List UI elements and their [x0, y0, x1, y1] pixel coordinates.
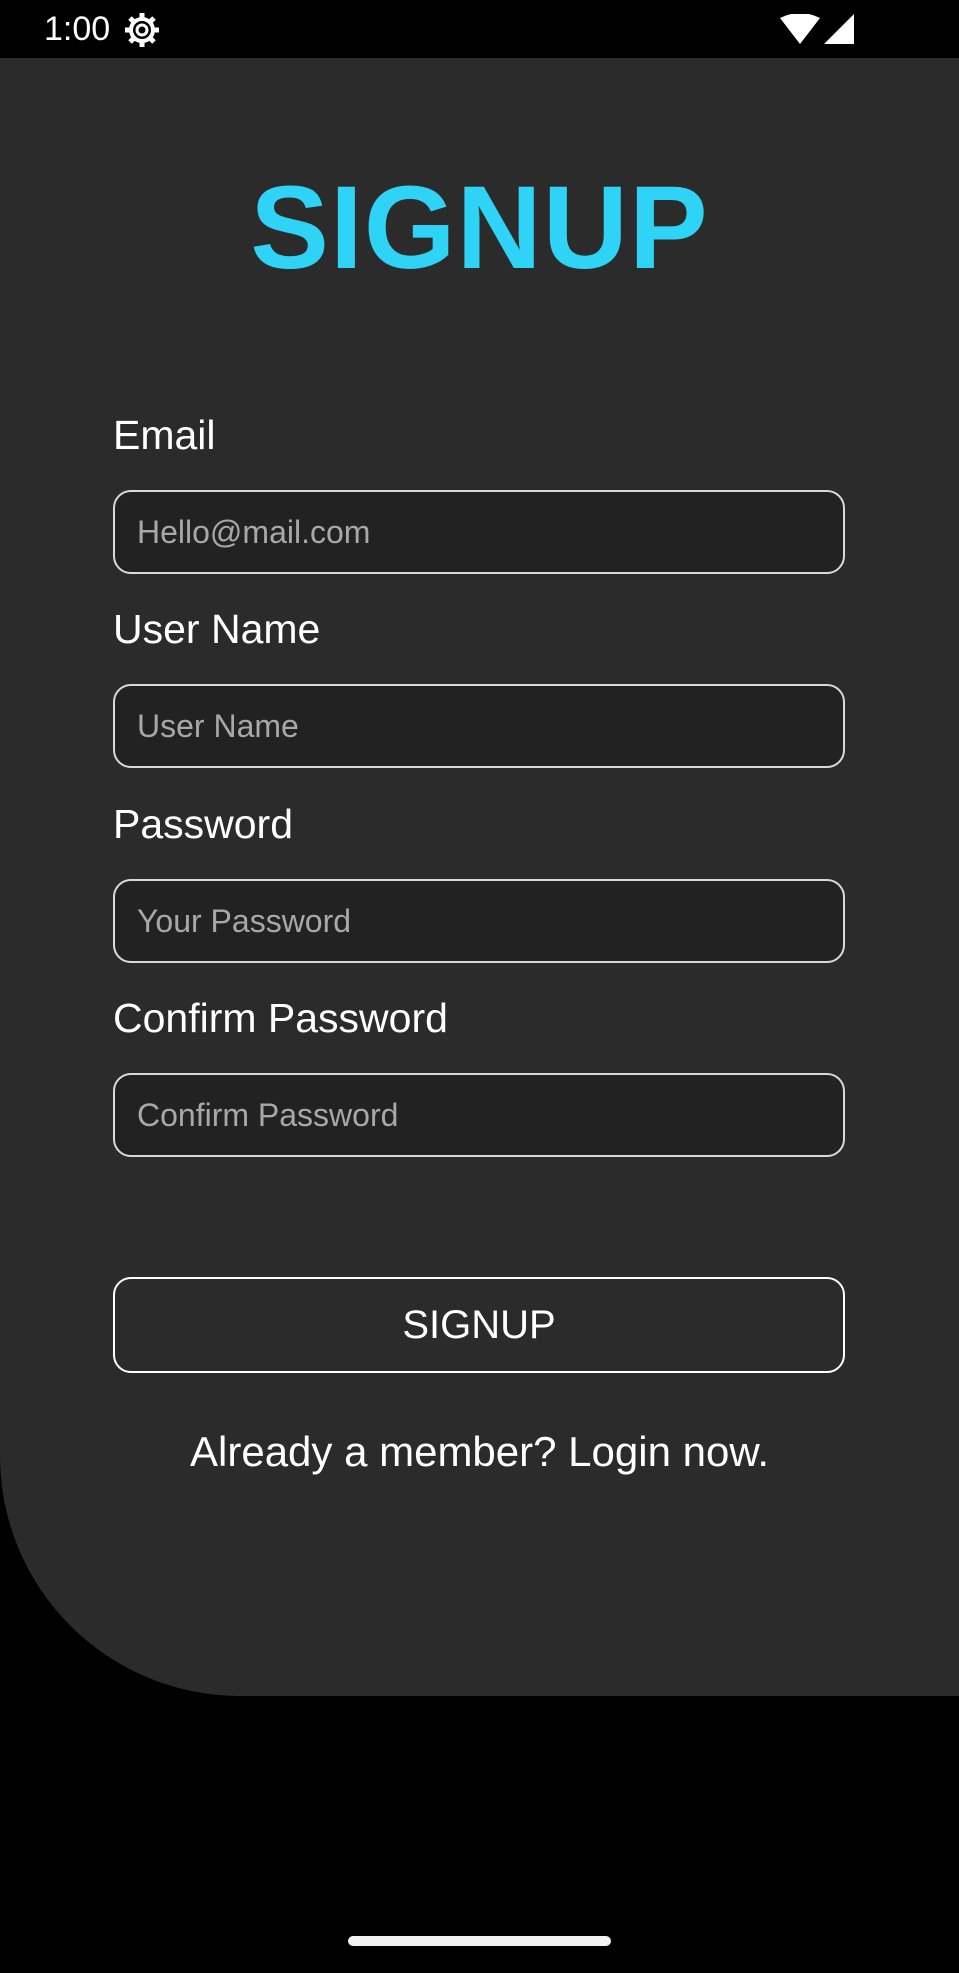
status-time: 1:00 — [44, 10, 111, 48]
wifi-icon — [780, 14, 820, 44]
signup-card: SIGNUP Email User Name Password Confirm … — [0, 58, 959, 1696]
username-label: User Name — [113, 606, 321, 652]
password-label: Password — [113, 801, 294, 847]
password-field[interactable] — [113, 879, 845, 963]
username-field[interactable] — [113, 684, 845, 768]
confirm-password-label: Confirm Password — [113, 995, 448, 1041]
signup-button[interactable]: SIGNUP — [113, 1277, 845, 1373]
settings-gear-icon — [125, 13, 159, 47]
cell-signal-icon — [824, 14, 854, 44]
email-label: Email — [113, 412, 216, 458]
home-indicator[interactable] — [348, 1936, 611, 1946]
login-link[interactable]: Already a member? Login now. — [0, 1426, 959, 1478]
page-title: SIGNUP — [250, 162, 709, 294]
email-field[interactable] — [113, 490, 845, 574]
status-bar: 1:00 — [0, 0, 959, 58]
confirm-password-field[interactable] — [113, 1073, 845, 1157]
